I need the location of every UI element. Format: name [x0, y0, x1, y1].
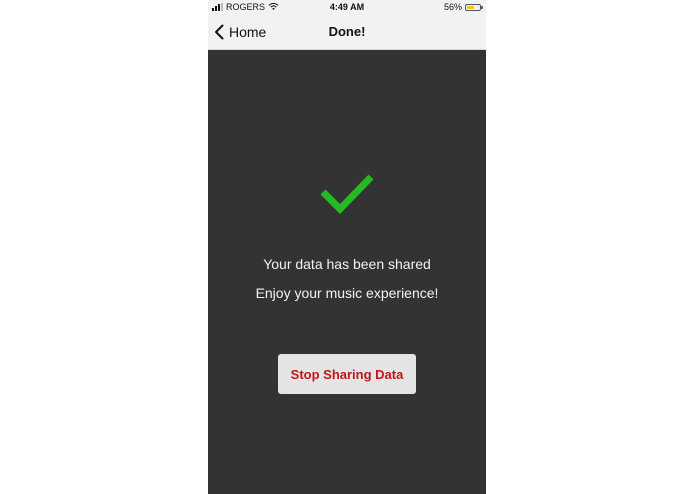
enjoy-message: Enjoy your music experience! — [255, 285, 439, 301]
page-title: Done! — [328, 24, 366, 39]
status-bar: ROGERS 4:49 AM 56% — [208, 0, 486, 16]
navigation-bar: Home Done! — [208, 16, 486, 50]
checkmark-icon — [320, 174, 374, 214]
battery-icon — [465, 3, 483, 11]
phone-screen: ROGERS 4:49 AM 56% Home Done! Your data … — [208, 0, 486, 494]
stop-sharing-button[interactable]: Stop Sharing Data — [278, 354, 416, 394]
status-right: 56% — [443, 2, 483, 12]
battery-fill — [467, 5, 474, 9]
shared-message: Your data has been shared — [263, 256, 431, 272]
battery-percent: 56% — [443, 2, 462, 12]
